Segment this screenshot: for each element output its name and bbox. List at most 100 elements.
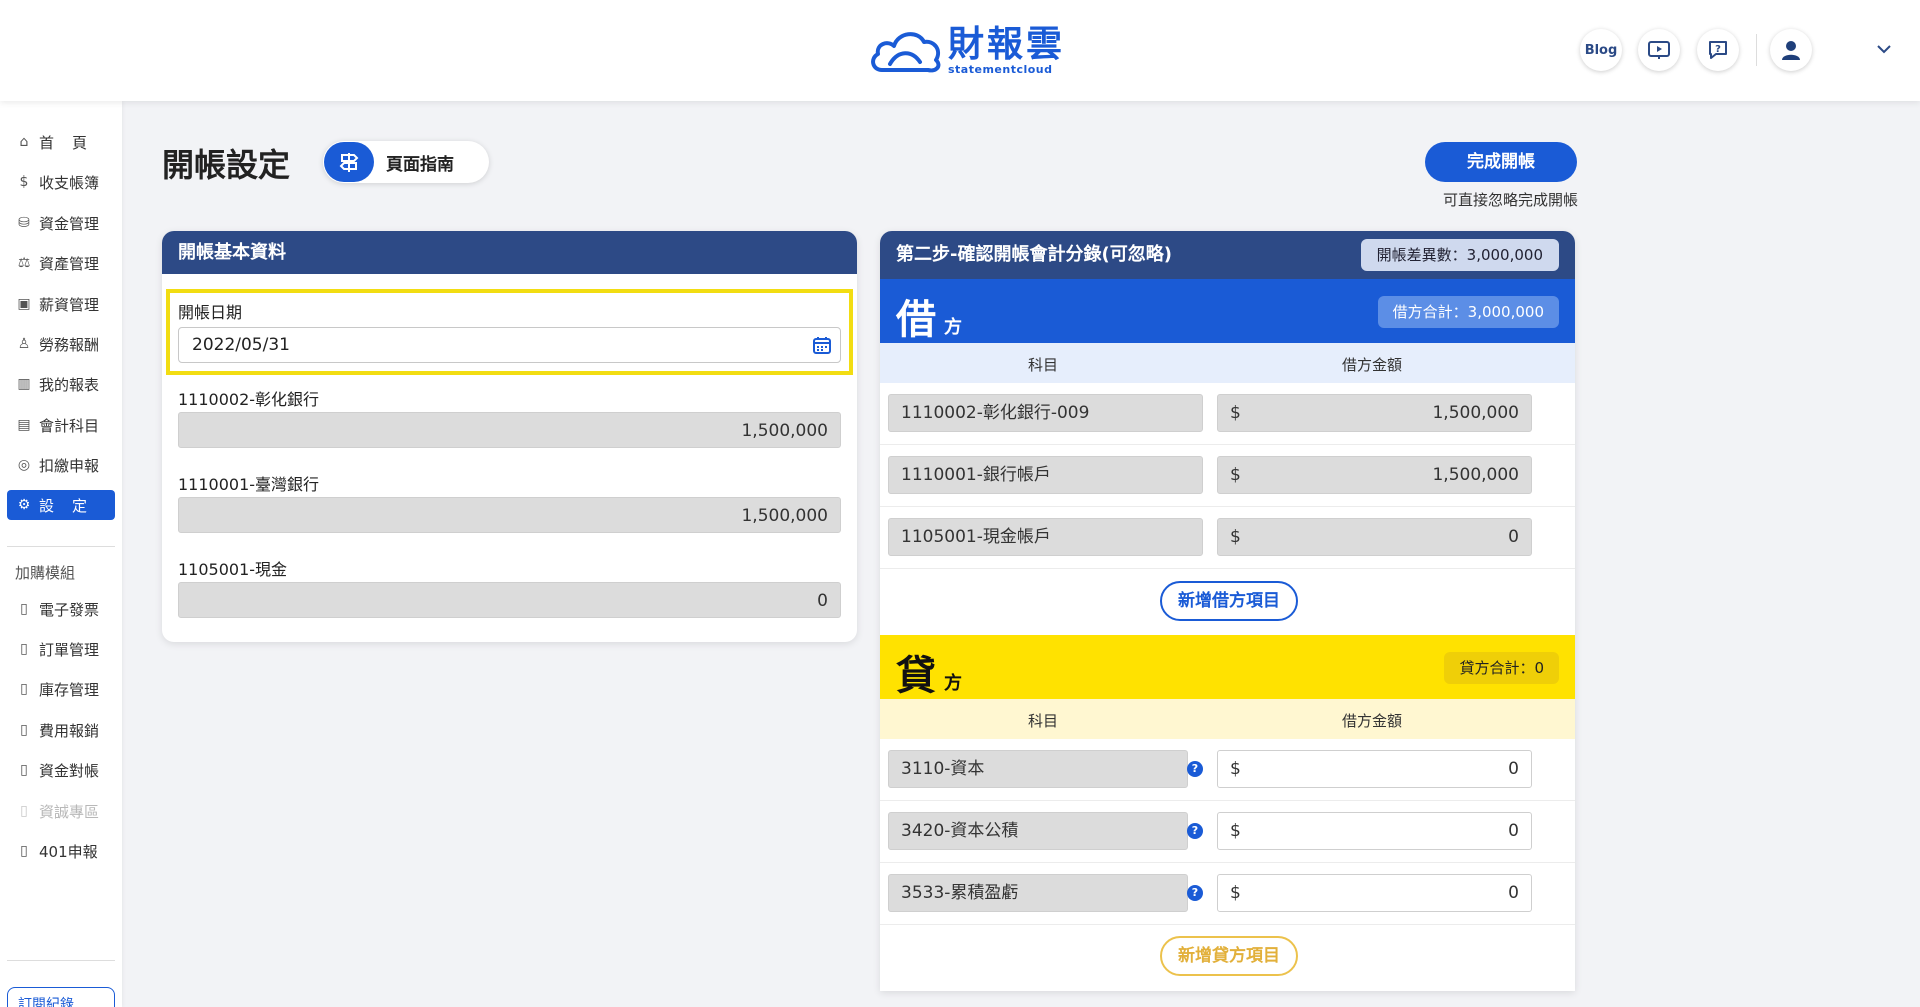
home-icon: ⌂ bbox=[19, 134, 29, 150]
debit-title: 借 bbox=[896, 297, 936, 343]
col-account: 科目 bbox=[1028, 712, 1059, 730]
sidebar-addon-expense[interactable]: ▯ 費用報銷 bbox=[7, 715, 115, 745]
sidebar-item-assets[interactable]: ⚖ 資產管理 bbox=[7, 248, 115, 278]
sidebar-item-tax[interactable]: ◎ 扣繳申報 bbox=[7, 450, 115, 480]
sidebar-item-label: 401申報 bbox=[39, 842, 98, 861]
debit-row: 1110002-彰化銀行-009 $ 1,500,000 bbox=[880, 383, 1575, 445]
sidebar-divider bbox=[7, 960, 115, 961]
user-menu-button[interactable] bbox=[1770, 29, 1812, 71]
sidebar-item-label: 我的報表 bbox=[39, 375, 100, 394]
amount-value: 0 bbox=[1508, 759, 1519, 779]
field-label: 1110001-臺灣銀行 bbox=[178, 475, 320, 494]
module-icon: ▯ bbox=[20, 722, 28, 738]
credit-title-suffix: 方 bbox=[944, 673, 962, 694]
credit-account-field[interactable]: 3533-累積盈虧 bbox=[888, 874, 1188, 912]
finish-opening-button[interactable]: 完成開帳 bbox=[1425, 142, 1577, 182]
sidebar-addon-pwc[interactable]: ▯ 資誠專區 bbox=[7, 796, 115, 826]
debit-amount-field[interactable]: $ 0 bbox=[1217, 518, 1532, 556]
video-guide-button[interactable] bbox=[1638, 29, 1680, 71]
amount-value: 0 bbox=[1508, 527, 1519, 547]
finish-hint: 可直接忽略完成開帳 bbox=[1442, 191, 1578, 209]
sidebar-addon-reconcile[interactable]: ▯ 資金對帳 bbox=[7, 755, 115, 785]
blog-button[interactable]: Blog bbox=[1580, 29, 1622, 71]
page-title: 開帳設定 bbox=[162, 146, 291, 184]
sidebar-item-reports[interactable]: ▥ 我的報表 bbox=[7, 369, 115, 399]
debit-account-field[interactable]: 1110001-銀行帳戶 bbox=[888, 456, 1203, 494]
currency-symbol: $ bbox=[1230, 465, 1241, 485]
debit-title-suffix: 方 bbox=[944, 317, 962, 338]
sidebar-item-label-2: 定 bbox=[72, 496, 88, 515]
date-label: 開帳日期 bbox=[178, 303, 243, 322]
debit-band: 借 方 借方合計：3,000,000 bbox=[880, 279, 1575, 343]
debit-account-field[interactable]: 1110002-彰化銀行-009 bbox=[888, 394, 1203, 432]
sidebar-item-funds[interactable]: ⛁ 資金管理 bbox=[7, 208, 115, 238]
app-logo[interactable]: 財報雲 statementcloud bbox=[868, 24, 1065, 78]
page-guide-button[interactable]: 頁面指南 bbox=[323, 141, 489, 183]
field-value-readonly: 1,500,000 bbox=[178, 497, 841, 533]
col-amount: 借方金額 bbox=[1342, 356, 1403, 374]
sidebar-divider bbox=[7, 546, 115, 547]
currency-symbol: $ bbox=[1230, 759, 1241, 779]
sidebar-item-label: 收支帳簿 bbox=[39, 173, 100, 192]
debit-column-header: 科目 借方金額 bbox=[880, 343, 1575, 383]
add-credit-button[interactable]: 新增貸方項目 bbox=[1160, 936, 1298, 976]
amount-value: 1,500,000 bbox=[1432, 465, 1519, 485]
debit-total-badge: 借方合計：3,000,000 bbox=[1377, 296, 1559, 328]
sidebar-item-label: 設 bbox=[39, 496, 73, 515]
sidebar-addon-einvoice[interactable]: ▯ 電子發票 bbox=[7, 594, 115, 624]
sidebar-item-salary[interactable]: ▣ 薪資管理 bbox=[7, 289, 115, 319]
help-icon[interactable]: ? bbox=[1187, 761, 1203, 777]
debit-account-field[interactable]: 1105001-現金帳戶 bbox=[888, 518, 1203, 556]
debit-row: 1110001-銀行帳戶 $ 1,500,000 bbox=[880, 445, 1575, 507]
col-amount: 借方金額 bbox=[1342, 712, 1403, 730]
sidebar-item-label: 勞務報酬 bbox=[39, 335, 100, 354]
sidebar-item-label: 庫存管理 bbox=[39, 680, 100, 699]
help-icon[interactable]: ? bbox=[1187, 823, 1203, 839]
card-title: 開帳基本資料 bbox=[162, 231, 857, 274]
step-title: 第二步-確認開帳會計分錄(可忽略) bbox=[896, 244, 1172, 265]
blog-label: Blog bbox=[1584, 42, 1618, 58]
sidebar-item-ledger[interactable]: $ 收支帳簿 bbox=[7, 167, 115, 197]
credit-amount-input[interactable]: $ 0 bbox=[1217, 874, 1532, 912]
chevron-down-icon[interactable] bbox=[1876, 38, 1892, 59]
subscription-label: 訂閱紀錄 bbox=[18, 997, 74, 1007]
sidebar-item-label: 會計科目 bbox=[39, 416, 100, 435]
module-icon: ▯ bbox=[20, 803, 28, 819]
funds-icon: ⛁ bbox=[18, 215, 30, 231]
debit-amount-field[interactable]: $ 1,500,000 bbox=[1217, 456, 1532, 494]
amount-value: 1,500,000 bbox=[1432, 403, 1519, 423]
help-chat-icon: ? bbox=[1709, 41, 1727, 59]
sidebar-addon-401[interactable]: ▯ 401申報 bbox=[7, 836, 115, 866]
opening-date-input[interactable]: 2022/05/31 bbox=[178, 327, 841, 363]
credit-amount-input[interactable]: $ 0 bbox=[1217, 812, 1532, 850]
currency-symbol: $ bbox=[1230, 821, 1241, 841]
module-icon: ▯ bbox=[20, 681, 28, 697]
calendar-icon[interactable] bbox=[812, 335, 832, 355]
sidebar-item-labor[interactable]: ♙ 勞務報酬 bbox=[7, 329, 115, 359]
module-icon: ▯ bbox=[20, 641, 28, 657]
sidebar-item-settings[interactable]: ⚙ 設 定 bbox=[7, 490, 115, 520]
sidebar-item-home[interactable]: ⌂ 首 頁 bbox=[7, 127, 115, 157]
sidebar-item-label: 資金管理 bbox=[39, 214, 100, 233]
video-guide-icon bbox=[1648, 41, 1670, 59]
sidebar-item-label: 薪資管理 bbox=[39, 295, 100, 314]
sidebar-addon-orders[interactable]: ▯ 訂單管理 bbox=[7, 634, 115, 664]
help-chat-button[interactable]: ? bbox=[1697, 29, 1739, 71]
credit-amount-input[interactable]: $ 0 bbox=[1217, 750, 1532, 788]
subscription-record-button[interactable]: 訂閱紀錄 bbox=[7, 987, 115, 1007]
credit-band: 貸 方 貸方合計：0 bbox=[880, 635, 1575, 699]
credit-account-field[interactable]: 3110-資本 bbox=[888, 750, 1188, 788]
credit-row: 3533-累積盈虧 ? $ 0 bbox=[880, 863, 1575, 925]
debit-amount-field[interactable]: $ 1,500,000 bbox=[1217, 394, 1532, 432]
credit-account-field[interactable]: 3420-資本公積 bbox=[888, 812, 1188, 850]
amount-value: 0 bbox=[1508, 821, 1519, 841]
help-icon[interactable]: ? bbox=[1187, 885, 1203, 901]
add-debit-button[interactable]: 新增借方項目 bbox=[1160, 581, 1298, 621]
col-account: 科目 bbox=[1028, 356, 1059, 374]
user-avatar-icon bbox=[1782, 41, 1800, 60]
sidebar-addon-inventory[interactable]: ▯ 庫存管理 bbox=[7, 674, 115, 704]
sidebar-item-accounts[interactable]: ▤ 會計科目 bbox=[7, 410, 115, 440]
logo-subtitle: statementcloud bbox=[948, 63, 1053, 76]
top-header: 財報雲 statementcloud Blog ? bbox=[0, 0, 1920, 101]
module-icon: ▯ bbox=[20, 762, 28, 778]
